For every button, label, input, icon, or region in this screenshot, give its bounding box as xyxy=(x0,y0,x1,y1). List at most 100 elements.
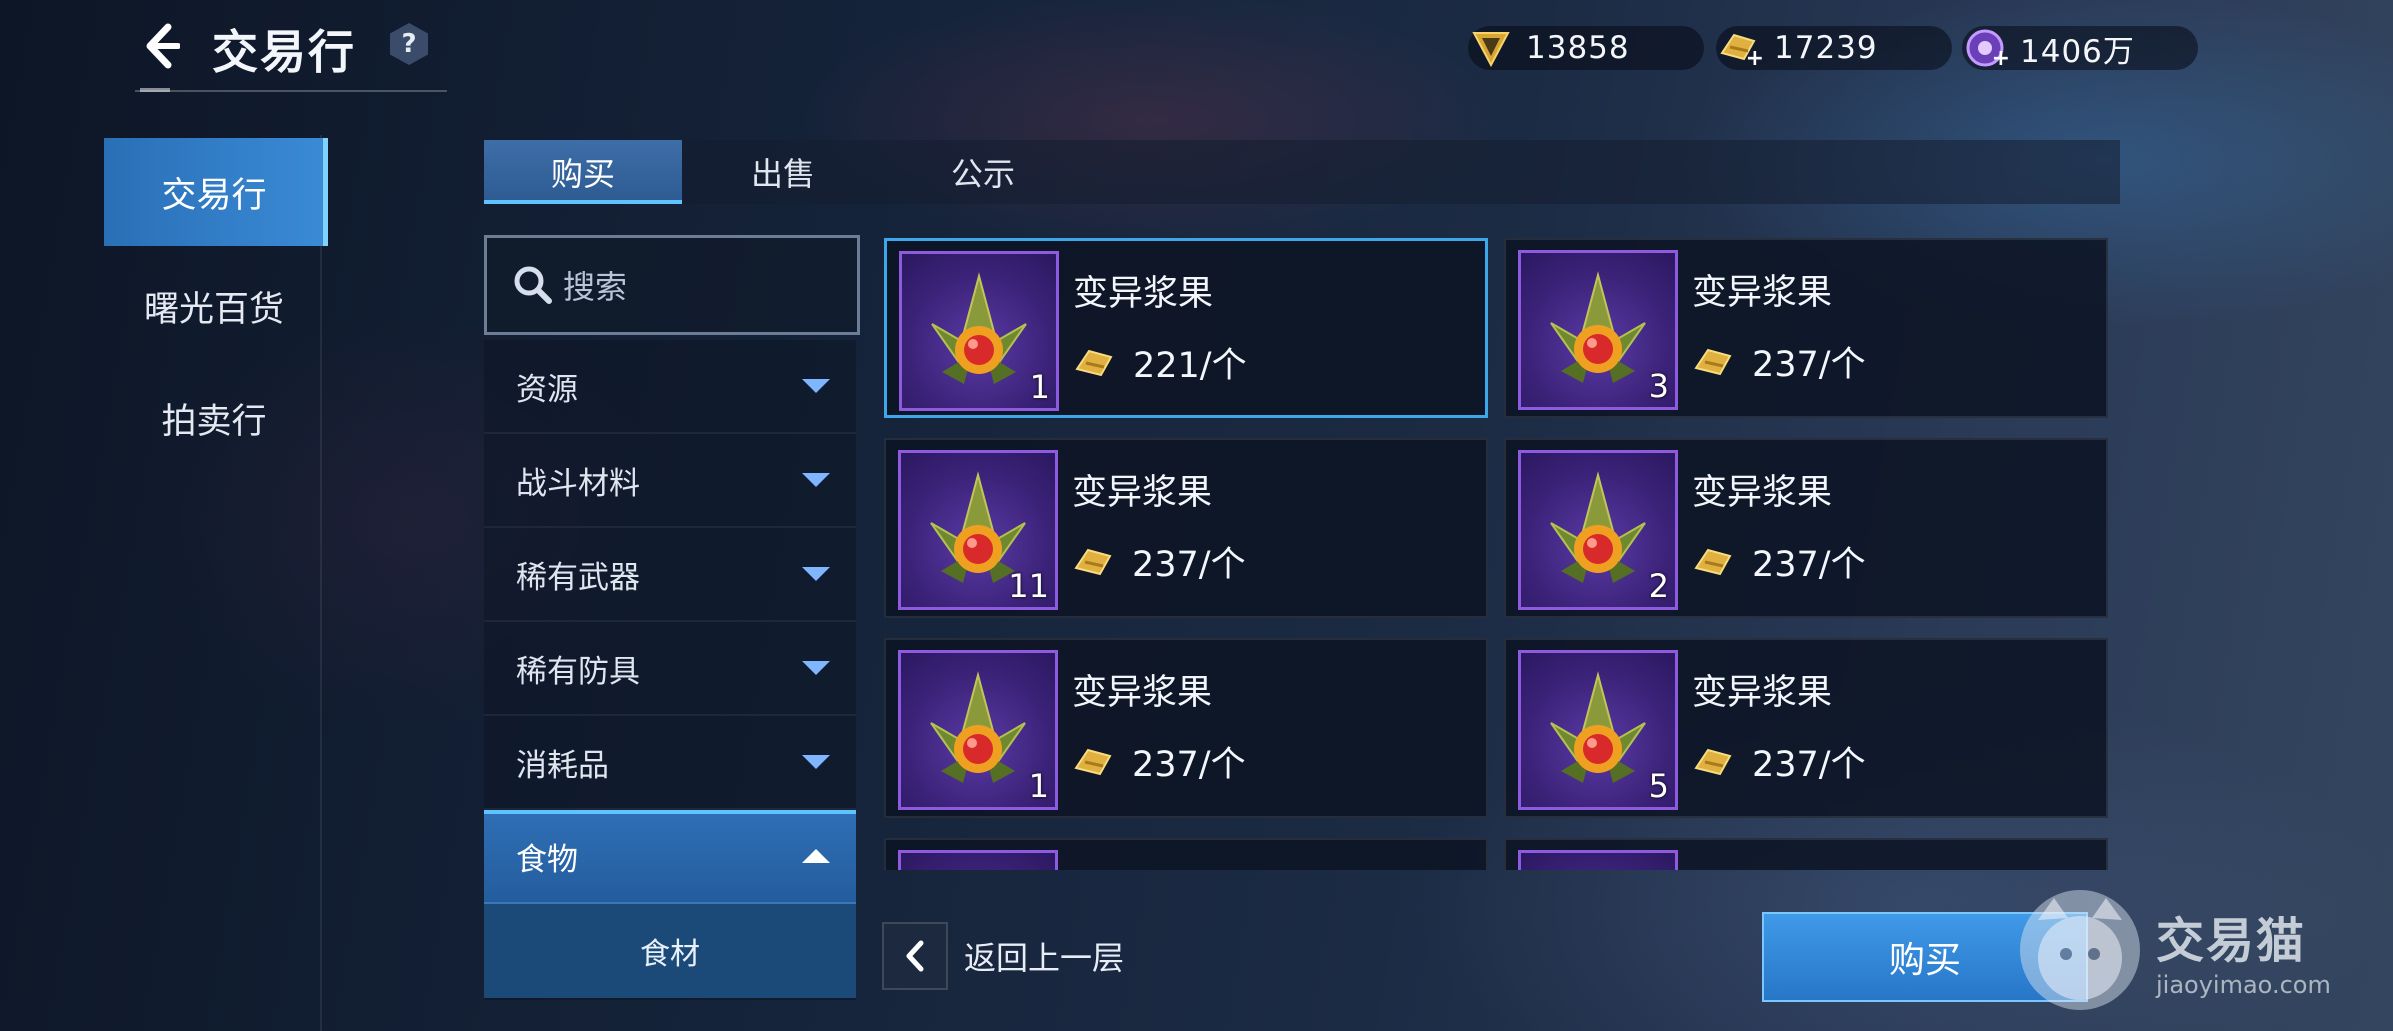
title-divider xyxy=(135,90,447,92)
item-quantity: 11 xyxy=(1008,567,1049,605)
mutant-berry-icon: 2 xyxy=(1518,450,1678,610)
price-row: 237/个 xyxy=(1692,536,1866,587)
item-quantity: 1 xyxy=(1028,767,1049,805)
category-label: 稀有武器 xyxy=(516,559,640,596)
currency-purple-crystal[interactable]: + 1406万 xyxy=(1962,25,2198,71)
listing-card[interactable] xyxy=(1504,838,2108,870)
item-price: 237/个 xyxy=(1132,545,1246,585)
title-divider-accent xyxy=(140,88,170,92)
price-row: 237/个 xyxy=(1072,536,1246,587)
price-row: 237/个 xyxy=(1692,736,1866,787)
mutant-berry-icon: 3 xyxy=(1518,250,1678,410)
collapse-arrow-icon xyxy=(802,849,830,863)
subcategory-label: 食材 xyxy=(640,937,700,972)
expand-arrow-icon xyxy=(802,661,830,675)
listing-card[interactable]: 1 变异浆果 237/个 xyxy=(884,638,1488,818)
category-label: 战斗材料 xyxy=(516,465,640,502)
listing-card[interactable]: 1 变异浆果 221/个 xyxy=(884,238,1488,418)
currency-triangle-coin[interactable]: 13858 xyxy=(1468,26,1704,70)
item-name: 变异浆果 xyxy=(1692,273,1833,313)
purple-crystal-icon: + xyxy=(1962,25,2010,71)
help-icon: ? xyxy=(390,23,428,65)
tab-sell[interactable]: 出售 xyxy=(684,140,882,204)
currency-value: 17239 xyxy=(1774,30,1878,66)
page-title: 交易行 xyxy=(212,25,356,79)
watermark-url: jiaoyimao.com xyxy=(2156,971,2331,999)
cat-logo-icon xyxy=(2020,890,2140,1010)
category-rare-weapons[interactable]: 稀有武器 xyxy=(484,528,856,622)
tab-label: 出售 xyxy=(750,155,815,193)
currency-value: 1406万 xyxy=(2020,33,2135,70)
price-row: 237/个 xyxy=(1692,336,1866,387)
expand-arrow-icon xyxy=(802,755,830,769)
gold-bars-icon xyxy=(1694,748,1732,775)
sidebar-item-dawn-store[interactable]: 曙光百货 xyxy=(104,252,324,360)
buy-button-label: 购买 xyxy=(1888,940,1961,981)
category-consumables[interactable]: 消耗品 xyxy=(484,716,856,810)
gold-bars-icon xyxy=(1074,548,1112,575)
gold-bars-icon xyxy=(1075,349,1113,376)
gold-triangle-coin-icon xyxy=(1468,25,1514,71)
item-name: 变异浆果 xyxy=(1692,673,1833,713)
help-button[interactable]: ? xyxy=(388,22,430,66)
sidebar-item-trading-house[interactable]: 交易行 xyxy=(104,138,328,246)
item-name: 变异浆果 xyxy=(1072,673,1213,713)
expand-arrow-icon xyxy=(802,473,830,487)
listing-card[interactable]: 2 变异浆果 237/个 xyxy=(1504,438,2108,618)
mutant-berry-icon: 1 xyxy=(898,650,1058,810)
sidebar-item-auction[interactable]: 拍卖行 xyxy=(104,364,324,472)
price-row: 221/个 xyxy=(1073,337,1247,388)
sidebar-item-label: 拍卖行 xyxy=(161,401,267,442)
item-name: 变异浆果 xyxy=(1692,473,1833,513)
item-name: 变异浆果 xyxy=(1073,274,1214,314)
add-icon: + xyxy=(1745,46,1764,71)
watermark: 交易猫 jiaoyimao.com xyxy=(2020,890,2331,1010)
currency-gold-bars[interactable]: + 17239 xyxy=(1716,25,1952,71)
mutant-berry-icon: 1 xyxy=(899,251,1059,411)
item-name: 变异浆果 xyxy=(1072,473,1213,513)
subcategory-ingredients[interactable]: 食材 xyxy=(484,904,856,998)
item-price: 237/个 xyxy=(1752,545,1866,585)
tab-buy[interactable]: 购买 xyxy=(484,140,682,204)
category-resources[interactable]: 资源 xyxy=(484,340,856,434)
currency-value: 13858 xyxy=(1526,30,1630,66)
category-rare-armor[interactable]: 稀有防具 xyxy=(484,622,856,716)
gold-bars-icon xyxy=(1694,548,1732,575)
listing-card[interactable]: 5 变异浆果 237/个 xyxy=(1504,638,2108,818)
search-placeholder: 搜索 xyxy=(563,268,628,306)
item-quantity: 3 xyxy=(1648,367,1669,405)
tab-public[interactable]: 公示 xyxy=(884,140,1082,204)
item-price: 237/个 xyxy=(1132,745,1246,785)
gold-bars-icon: + xyxy=(1716,25,1764,71)
listing-card[interactable]: 3 变异浆果 237/个 xyxy=(1504,238,2108,418)
back-one-level-label: 返回上一层 xyxy=(964,939,1125,977)
back-button[interactable] xyxy=(135,16,185,76)
chevron-left-icon xyxy=(906,940,924,972)
back-arrow-icon xyxy=(146,23,180,69)
mutant-berry-icon: 11 xyxy=(898,450,1058,610)
listing-card[interactable] xyxy=(884,838,1488,870)
back-one-level-button[interactable]: 返回上一层 xyxy=(882,922,1124,990)
search-input[interactable]: 搜索 xyxy=(484,235,860,335)
price-row: 237/个 xyxy=(1072,736,1246,787)
category-food[interactable]: 食物 xyxy=(484,810,856,904)
search-icon xyxy=(514,266,552,304)
gold-bars-icon xyxy=(1074,748,1112,775)
mutant-berry-icon: 5 xyxy=(1518,650,1678,810)
tab-label: 公示 xyxy=(950,155,1015,193)
category-battle-materials[interactable]: 战斗材料 xyxy=(484,434,856,528)
listing-grid: 1 变异浆果 221/个 3 变异浆果 237/个 11 变异浆果 237/个 … xyxy=(884,238,2110,870)
item-price: 237/个 xyxy=(1752,345,1866,385)
gold-bars-icon xyxy=(1694,348,1732,375)
category-label: 稀有防具 xyxy=(516,653,640,690)
expand-arrow-icon xyxy=(802,567,830,581)
tab-label: 购买 xyxy=(550,155,615,193)
category-label: 资源 xyxy=(516,371,578,408)
back-chevron-box xyxy=(882,922,948,990)
item-quantity: 5 xyxy=(1648,767,1669,805)
sidebar-item-label: 交易行 xyxy=(161,175,267,216)
item-price: 221/个 xyxy=(1133,346,1247,386)
mutant-berry-icon xyxy=(898,850,1058,870)
listing-card[interactable]: 11 变异浆果 237/个 xyxy=(884,438,1488,618)
item-price: 237/个 xyxy=(1752,745,1866,785)
